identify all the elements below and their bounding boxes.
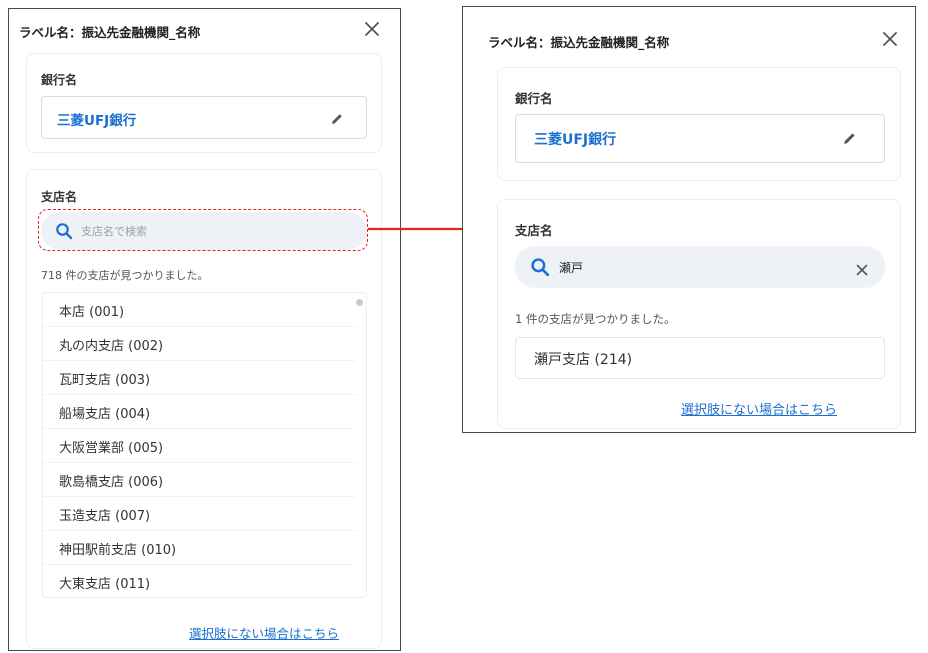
branch-label: 支店名 [41, 190, 78, 204]
close-icon[interactable] [882, 31, 898, 47]
search-icon [530, 257, 550, 277]
list-item[interactable]: 本店 (001) [43, 293, 356, 327]
list-item[interactable]: 歌島橋支店 (006) [43, 463, 356, 497]
pencil-icon[interactable] [842, 131, 857, 146]
dialog-title: ラベル名：振込先金融機関_名称 [488, 35, 670, 50]
bank-label: 銀行名 [41, 73, 78, 87]
result-count: 718 件の支店が見つかりました。 [41, 269, 209, 282]
bank-name: 三菱UFJ銀行 [534, 132, 617, 148]
not-in-list-link[interactable]: 選択肢にない場合はこちら [189, 623, 339, 642]
dialog-title: ラベル名：振込先金融機関_名称 [19, 25, 201, 40]
branch-list[interactable]: 本店 (001) 丸の内支店 (002) 瓦町支店 (003) 船場支店 (00… [42, 292, 367, 598]
bank-field[interactable]: 三菱UFJ銀行 [41, 96, 367, 139]
not-in-list-link[interactable]: 選択肢にない場合はこちら [681, 399, 837, 418]
list-item[interactable]: 船場支店 (004) [43, 395, 356, 429]
scrollbar-thumb[interactable] [356, 299, 363, 306]
bank-card: 銀行名 三菱UFJ銀行 [497, 67, 901, 181]
branch-card: 支店名 瀬戸 1 件の支店が見つかりました。 瀬戸支店 (214) 選択肢にない… [497, 199, 901, 429]
search-highlight [38, 209, 368, 251]
branch-result-item[interactable]: 瀬戸支店 (214) [515, 337, 885, 379]
branch-label: 支店名 [515, 223, 553, 238]
pencil-icon[interactable] [330, 111, 344, 125]
list-item[interactable]: 大阪営業部 (005) [43, 429, 356, 463]
bank-name: 三菱UFJ銀行 [57, 113, 137, 129]
branch-picker-dialog-after: ラベル名：振込先金融機関_名称 銀行名 三菱UFJ銀行 支店名 瀬戸 1 件の支… [462, 6, 916, 433]
search-value: 瀬戸 [559, 261, 584, 275]
branch-result-label: 瀬戸支店 (214) [534, 352, 633, 368]
list-item[interactable]: 大東支店 (011) [43, 565, 356, 597]
branch-search-input[interactable]: 瀬戸 [515, 246, 885, 288]
list-item[interactable]: 瓦町支店 (003) [43, 361, 356, 395]
list-item[interactable]: 神田駅前支店 (010) [43, 531, 356, 565]
bank-card: 銀行名 三菱UFJ銀行 [26, 53, 382, 153]
bank-field[interactable]: 三菱UFJ銀行 [515, 114, 885, 163]
list-item[interactable]: 玉造支店 (007) [43, 497, 356, 531]
bank-label: 銀行名 [515, 91, 553, 106]
clear-icon[interactable] [856, 261, 868, 276]
close-icon[interactable] [364, 21, 380, 37]
result-count: 1 件の支店が見つかりました。 [515, 312, 676, 326]
branch-picker-dialog-before: ラベル名：振込先金融機関_名称 銀行名 三菱UFJ銀行 支店名 支店名で検索 7… [8, 8, 401, 651]
list-item[interactable]: 丸の内支店 (002) [43, 327, 356, 361]
